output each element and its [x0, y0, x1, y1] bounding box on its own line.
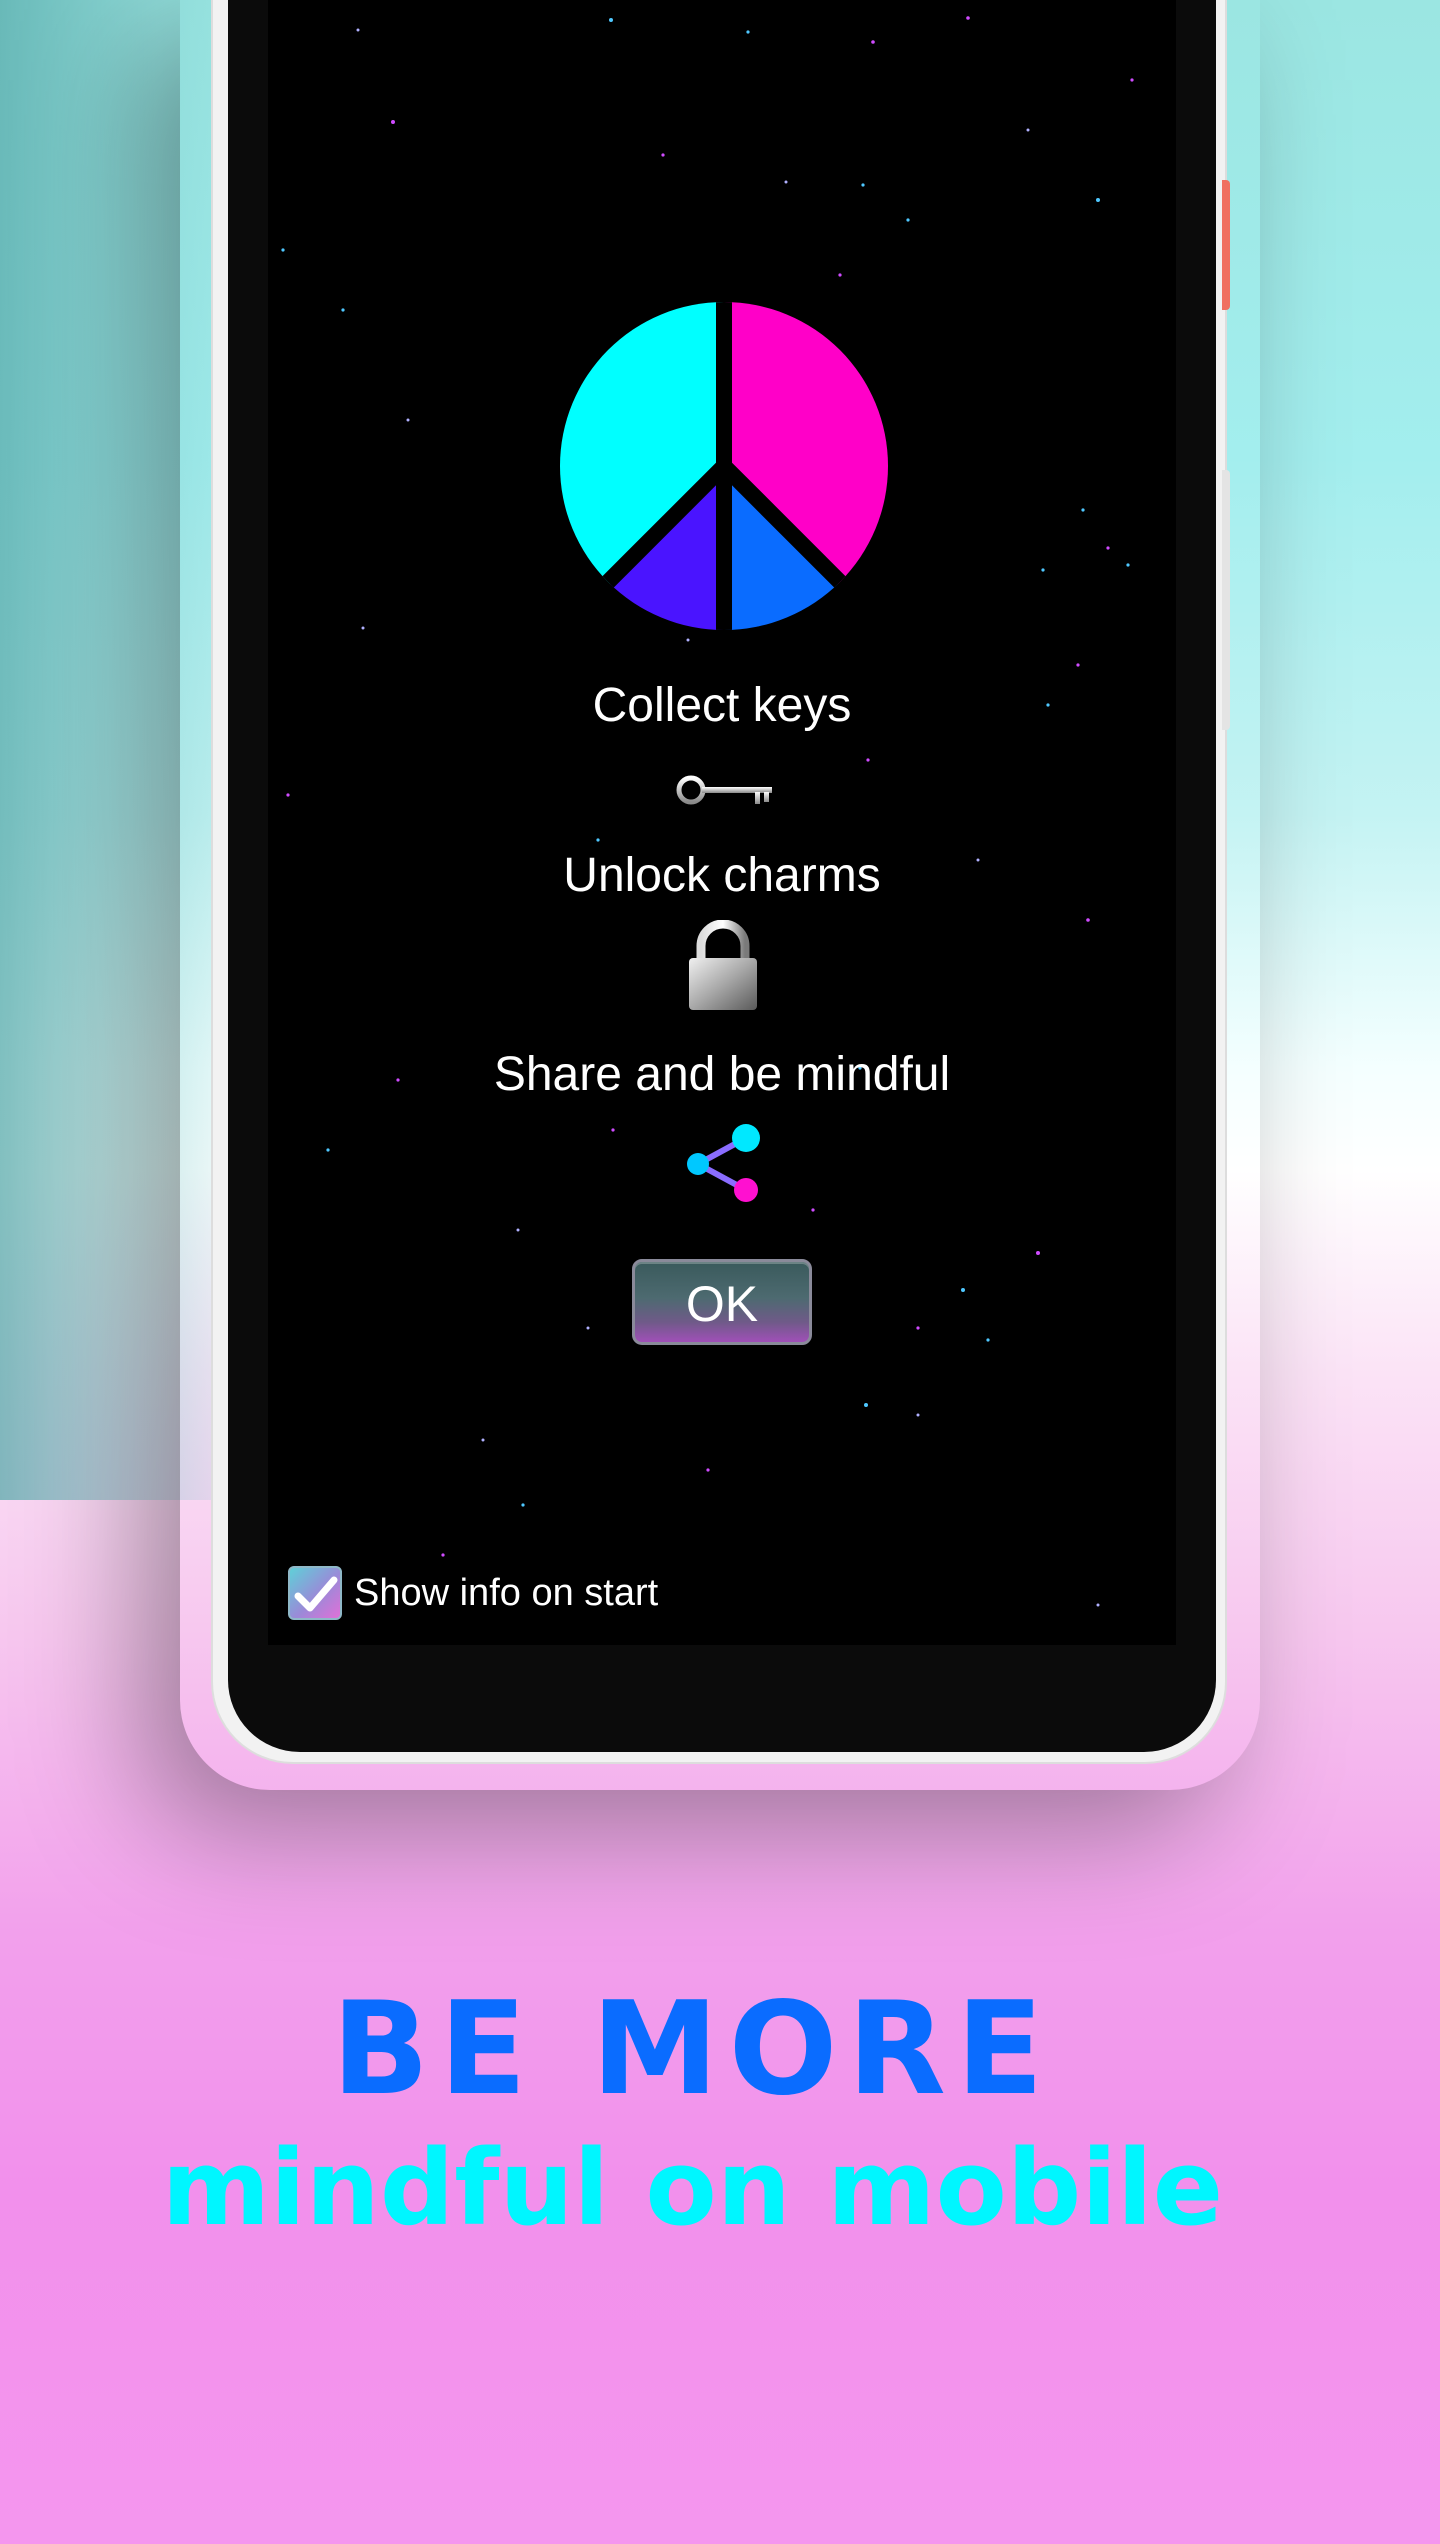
starfield-background — [281, 16, 1134, 1607]
share-mindful-text: Share and be mindful — [493, 1048, 951, 1101]
show-info-on-start-toggle[interactable]: Show info on start — [288, 1564, 658, 1622]
show-info-checkbox[interactable] — [288, 1566, 342, 1620]
peace-sign-icon — [560, 302, 888, 630]
checkmark-icon — [294, 1576, 338, 1612]
app-screen: Collect keys Unlock charms Share and be … — [268, 0, 1176, 1645]
unlock-charms-text: Unlock charms — [563, 849, 881, 902]
ok-button[interactable]: OK — [632, 1259, 812, 1345]
phone-volume-button — [1222, 470, 1230, 730]
collect-keys-text: Collect keys — [592, 679, 852, 732]
key-icon — [676, 775, 772, 805]
promo-subheadline: mindful on mobile — [161, 2127, 1224, 2249]
lock-icon — [689, 920, 757, 1010]
promo-headline: BE MORE — [331, 1975, 1054, 2124]
share-icon — [687, 1124, 760, 1202]
show-info-label: Show info on start — [354, 1571, 659, 1614]
phone-side-button — [1222, 180, 1230, 310]
